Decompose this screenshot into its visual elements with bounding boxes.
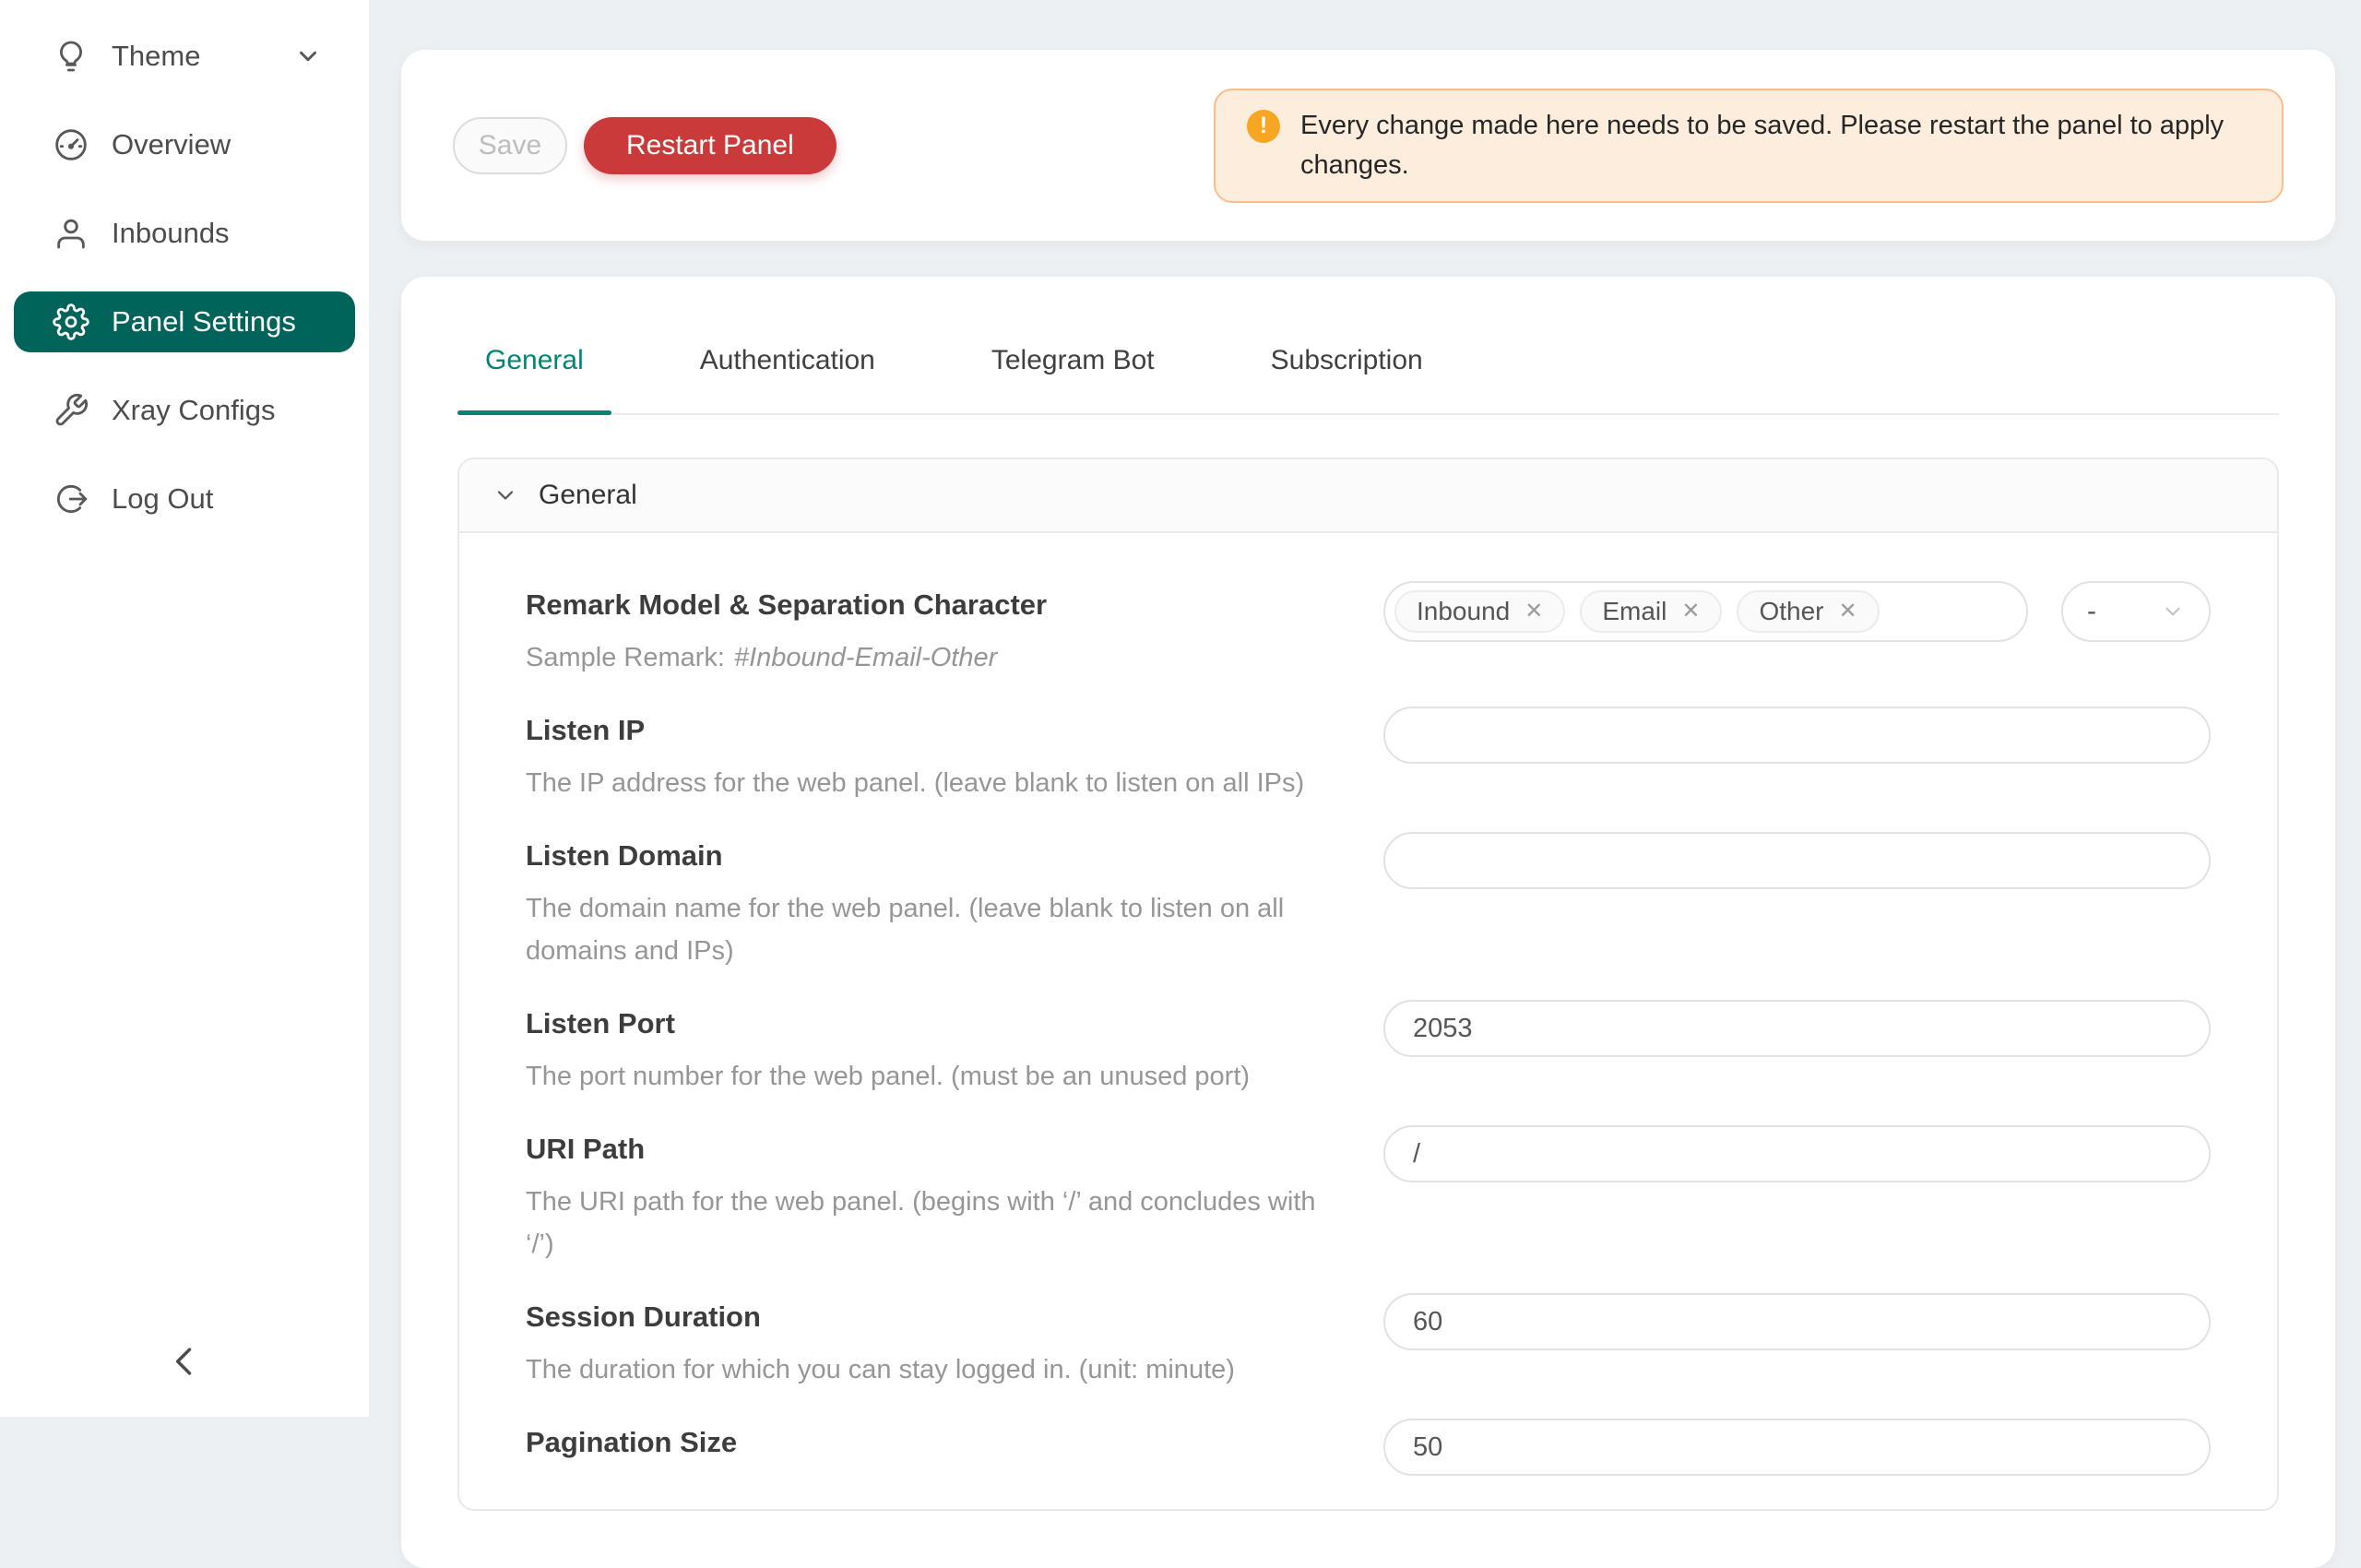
main-content: Save Restart Panel ! Every change made h…	[369, 0, 2361, 1417]
collapse-title: General	[539, 480, 637, 511]
app-root: Theme Overview Inbounds Panel Settings	[0, 0, 2361, 1417]
sidebar-collapse-button[interactable]	[155, 1332, 214, 1391]
form-row-listen-port: Listen Port The port number for the web …	[526, 1005, 2211, 1098]
alert-text: Every change made here needs to be saved…	[1300, 106, 2232, 185]
sidebar-item-panel-settings[interactable]: Panel Settings	[14, 291, 355, 352]
listen-ip-input[interactable]	[1383, 707, 2211, 764]
sidebar-item-label: Panel Settings	[112, 305, 296, 339]
settings-card: General Authentication Telegram Bot Subs…	[401, 277, 2335, 1568]
chevron-down-icon	[2161, 600, 2185, 624]
tabs: General Authentication Telegram Bot Subs…	[457, 345, 2279, 415]
field-description: Sample Remark:#Inbound-Email-Other	[526, 636, 1339, 679]
sidebar-item-label: Inbounds	[112, 217, 230, 250]
wrench-icon	[53, 392, 89, 429]
field-label: Listen IP	[526, 712, 1339, 749]
dashboard-icon	[53, 126, 89, 163]
general-collapse-panel: General Remark Model & Separation Charac…	[457, 457, 2279, 1511]
uri-path-input[interactable]	[1383, 1125, 2211, 1182]
listen-port-input[interactable]	[1383, 1000, 2211, 1057]
sidebar-item-inbounds[interactable]: Inbounds	[14, 203, 355, 264]
tag-email: Email ✕	[1580, 590, 1722, 633]
sidebar-item-theme[interactable]: Theme	[14, 26, 355, 87]
bulb-icon	[53, 38, 89, 75]
tag-other: Other ✕	[1737, 590, 1879, 633]
sidebar-item-label: Theme	[112, 40, 200, 73]
sample-remark-value: #Inbound-Email-Other	[734, 643, 997, 672]
field-label: URI Path	[526, 1131, 1339, 1168]
toolbar-card: Save Restart Panel ! Every change made h…	[401, 50, 2335, 241]
save-button[interactable]: Save	[453, 117, 567, 174]
chevron-down-icon[interactable]	[294, 42, 322, 70]
field-description: The duration for which you can stay logg…	[526, 1348, 1339, 1391]
field-label: Session Duration	[526, 1299, 1339, 1336]
form-row-uri-path: URI Path The URI path for the web panel.…	[526, 1131, 2211, 1265]
pagination-size-input[interactable]	[1383, 1419, 2211, 1476]
separator-value: -	[2087, 596, 2096, 627]
sidebar-item-xray-configs[interactable]: Xray Configs	[14, 380, 355, 441]
logout-icon	[53, 481, 89, 517]
close-icon[interactable]: ✕	[1838, 600, 1857, 623]
form-row-listen-ip: Listen IP The IP address for the web pan…	[526, 712, 2211, 804]
user-icon	[53, 215, 89, 252]
form-row-pagination-size: Pagination Size	[526, 1424, 2211, 1476]
sidebar-item-label: Xray Configs	[112, 394, 275, 427]
chevron-down-icon	[492, 482, 518, 508]
sidebar-item-label: Overview	[112, 128, 231, 161]
form-row-listen-domain: Listen Domain The domain name for the we…	[526, 837, 2211, 972]
collapse-header[interactable]: General	[459, 459, 2277, 533]
warning-alert: ! Every change made here needs to be sav…	[1214, 89, 2284, 203]
collapse-body: Remark Model & Separation Character Samp…	[459, 533, 2277, 1476]
close-icon[interactable]: ✕	[1525, 600, 1543, 623]
field-label: Listen Domain	[526, 837, 1339, 874]
field-label: Remark Model & Separation Character	[526, 587, 1339, 624]
tab-authentication[interactable]: Authentication	[672, 345, 903, 413]
listen-domain-input[interactable]	[1383, 832, 2211, 889]
remark-model-multiselect[interactable]: Inbound ✕ Email ✕ Other ✕	[1383, 581, 2028, 642]
field-description: The URI path for the web panel. (begins …	[526, 1181, 1339, 1265]
tag-inbound: Inbound ✕	[1394, 590, 1565, 633]
separator-select[interactable]: -	[2061, 581, 2211, 642]
sidebar: Theme Overview Inbounds Panel Settings	[0, 0, 369, 1417]
chevron-left-icon	[164, 1341, 205, 1382]
session-duration-input[interactable]	[1383, 1293, 2211, 1350]
sidebar-item-label: Log Out	[112, 482, 213, 516]
tab-subscription[interactable]: Subscription	[1243, 345, 1451, 413]
field-label: Pagination Size	[526, 1424, 1339, 1461]
close-icon[interactable]: ✕	[1681, 600, 1700, 623]
warning-icon: !	[1247, 110, 1280, 143]
field-description: The domain name for the web panel. (leav…	[526, 887, 1339, 972]
tab-telegram-bot[interactable]: Telegram Bot	[964, 345, 1182, 413]
field-description: The port number for the web panel. (must…	[526, 1055, 1339, 1098]
field-label: Listen Port	[526, 1005, 1339, 1042]
tab-general[interactable]: General	[457, 345, 611, 413]
restart-panel-button[interactable]: Restart Panel	[584, 117, 836, 174]
form-row-remark: Remark Model & Separation Character Samp…	[526, 587, 2211, 679]
sidebar-item-log-out[interactable]: Log Out	[14, 469, 355, 529]
gear-icon	[53, 303, 89, 340]
field-description: The IP address for the web panel. (leave…	[526, 762, 1339, 804]
sidebar-item-overview[interactable]: Overview	[14, 114, 355, 175]
form-row-session-duration: Session Duration The duration for which …	[526, 1299, 2211, 1391]
